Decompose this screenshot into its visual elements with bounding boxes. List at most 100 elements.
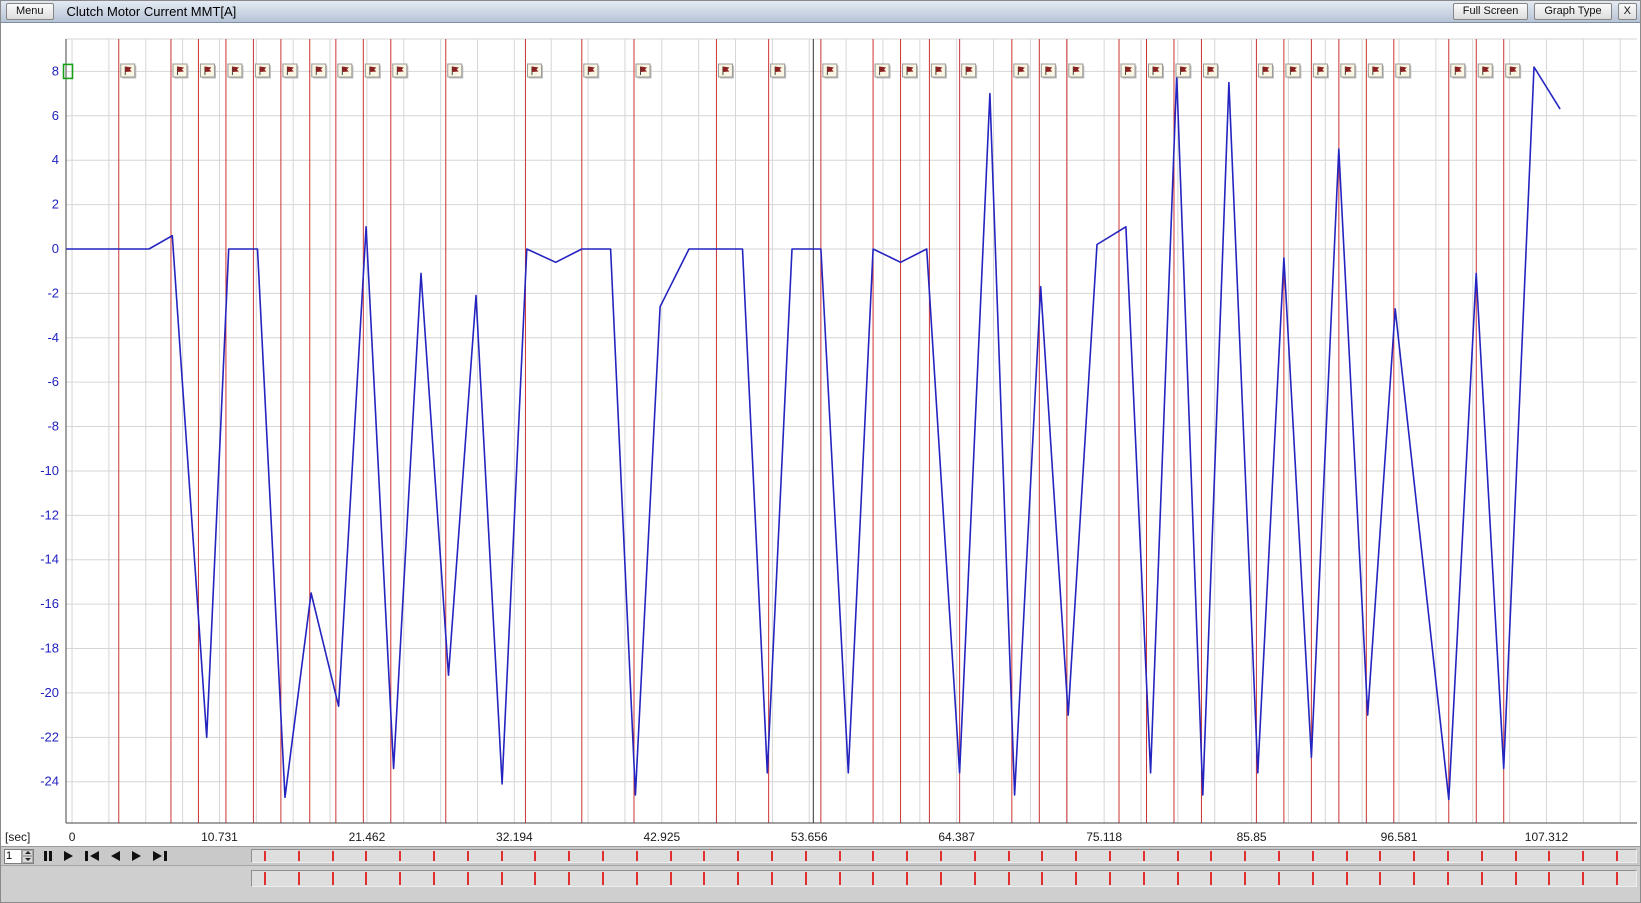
spinner-down-button[interactable]: [22, 856, 33, 863]
timeline-tick: [636, 872, 638, 885]
timeline-tick: [872, 872, 874, 885]
event-flag-icon[interactable]: [200, 64, 216, 79]
event-flag-icon[interactable]: [1148, 64, 1164, 79]
timeline-tick: [771, 872, 773, 885]
timeline-tick: [1346, 851, 1348, 861]
event-flag-icon[interactable]: [1451, 64, 1467, 79]
timeline-tick: [1008, 872, 1010, 885]
playback-buttons: [38, 849, 173, 863]
chart-plot-area[interactable]: 86420-2-4-6-8-10-12-14-16-18-20-22-24: [1, 23, 1641, 829]
event-flag-icon[interactable]: [1203, 64, 1219, 79]
event-flag-icon[interactable]: [365, 64, 381, 79]
pause-button[interactable]: [38, 849, 58, 863]
x-tick-label: 21.462: [349, 830, 386, 844]
event-flag-icon[interactable]: [584, 64, 600, 79]
y-tick-label: -10: [40, 463, 59, 478]
event-flag-icon[interactable]: [1041, 64, 1057, 79]
event-flag-icon[interactable]: [283, 64, 299, 79]
x-tick-label: 42.925: [643, 830, 680, 844]
event-flag-icon[interactable]: [636, 64, 652, 79]
window-title: Clutch Motor Current MMT[A]: [67, 4, 237, 19]
menu-button[interactable]: Menu: [6, 3, 54, 20]
timeline-tick: [399, 872, 401, 885]
event-flag-icon[interactable]: [1286, 64, 1302, 79]
timeline-tick: [399, 851, 401, 861]
event-flag-icon[interactable]: [875, 64, 891, 79]
event-flag-icon[interactable]: [312, 64, 328, 79]
y-tick-label: 8: [52, 63, 59, 78]
close-button[interactable]: X: [1618, 3, 1637, 20]
timeline-tick: [670, 851, 672, 861]
event-flag-icon[interactable]: [931, 64, 947, 79]
event-flag-icon[interactable]: [1396, 64, 1412, 79]
y-tick-label: -20: [40, 685, 59, 700]
timeline-tick: [906, 851, 908, 861]
timeline-tick: [1515, 851, 1517, 861]
event-flag-icon[interactable]: [771, 64, 787, 79]
event-flag-icon[interactable]: [1368, 64, 1384, 79]
full-screen-button[interactable]: Full Screen: [1453, 3, 1529, 20]
timeline-tick: [1548, 872, 1550, 885]
event-flag-icon[interactable]: [903, 64, 919, 79]
step-forward-button[interactable]: [126, 849, 147, 863]
skip-start-button[interactable]: [79, 849, 105, 863]
timeline-tick: [703, 872, 705, 885]
event-flag-icon[interactable]: [1341, 64, 1357, 79]
event-flag-icon[interactable]: [173, 64, 189, 79]
y-tick-label: 2: [52, 197, 59, 212]
event-flag-icon[interactable]: [1506, 64, 1522, 79]
play-button[interactable]: [58, 849, 79, 863]
event-flag-icon[interactable]: [338, 64, 354, 79]
timeline-tick: [1244, 872, 1246, 885]
event-flag-icon[interactable]: [962, 64, 978, 79]
y-tick-label: -4: [47, 330, 59, 345]
timeline-tick: [703, 851, 705, 861]
timeline-tick: [1312, 872, 1314, 885]
event-flag-icon[interactable]: [228, 64, 244, 79]
timeline-tick: [568, 851, 570, 861]
event-flag-icon[interactable]: [1313, 64, 1329, 79]
timeline-tick: [1346, 872, 1348, 885]
frame-number-input[interactable]: [5, 850, 21, 863]
event-flag-icon[interactable]: [393, 64, 409, 79]
timeline-tick: [974, 851, 976, 861]
x-tick-label: 75.118: [1086, 830, 1122, 844]
event-flag-icon[interactable]: [823, 64, 839, 79]
timeline-tick: [264, 872, 266, 885]
event-tick-strip: [251, 849, 1637, 863]
timeline-tick: [602, 872, 604, 885]
graph-type-button[interactable]: Graph Type: [1534, 3, 1611, 20]
y-tick-label: -12: [40, 507, 59, 522]
event-flag-icon[interactable]: [1014, 64, 1029, 79]
event-flag-icon[interactable]: [1176, 64, 1192, 79]
timeline-tick: [1413, 851, 1415, 861]
event-flag-icon[interactable]: [1069, 64, 1085, 79]
x-tick-label: 85.85: [1237, 830, 1267, 844]
y-tick-label: 0: [52, 241, 59, 256]
event-flag-icon[interactable]: [1258, 64, 1274, 79]
event-flag-icon[interactable]: [1121, 64, 1137, 79]
skip-end-button[interactable]: [147, 849, 173, 863]
event-flag-icon[interactable]: [718, 64, 734, 79]
timeline-tick: [1447, 851, 1449, 861]
timeline-tick: [1143, 851, 1145, 861]
event-flag-icon[interactable]: [255, 64, 271, 79]
y-tick-label: -16: [40, 596, 59, 611]
timeline-tick: [1210, 851, 1212, 861]
timeline-tick: [940, 851, 942, 861]
timeline-tick: [1075, 872, 1077, 885]
timeline-tick: [1278, 851, 1280, 861]
y-tick-label: -14: [40, 552, 59, 567]
frame-number-spinner[interactable]: [4, 849, 34, 864]
step-back-button[interactable]: [105, 849, 126, 863]
timeline-tick: [1244, 851, 1246, 861]
timeline-tick: [365, 872, 367, 885]
timeline-tick: [940, 872, 942, 885]
event-flag-icon[interactable]: [527, 64, 543, 79]
y-tick-label: 6: [52, 108, 59, 123]
event-flag-icon[interactable]: [448, 64, 464, 79]
event-flag-icon[interactable]: [1478, 64, 1494, 79]
event-flag-icon[interactable]: [121, 64, 136, 79]
skip-start-icon: [85, 851, 99, 861]
timeline-tick: [332, 851, 334, 861]
